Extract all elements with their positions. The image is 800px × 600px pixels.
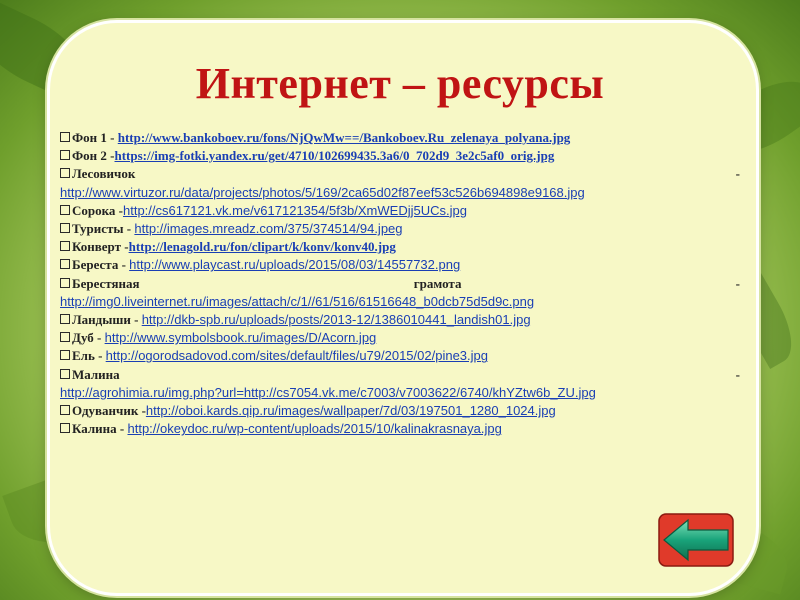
dash-separator: - (735, 275, 740, 291)
resource-link[interactable]: http://www.playcast.ru/uploads/2015/08/0… (129, 257, 460, 272)
checkbox-bullet-icon (60, 332, 70, 343)
resource-label: Берестяная (72, 275, 140, 291)
arrow-left-icon (658, 513, 734, 567)
resource-label-word: грамота (413, 275, 462, 291)
resource-link[interactable]: http://img0.liveinternet.ru/images/attac… (60, 294, 534, 309)
back-button[interactable] (658, 513, 734, 567)
resource-link[interactable]: https://img-fotki.yandex.ru/get/4710/102… (115, 148, 555, 163)
checkbox-bullet-icon (60, 241, 70, 252)
checkbox-bullet-icon (60, 223, 70, 234)
checkbox-bullet-icon (60, 423, 70, 434)
checkbox-bullet-icon (60, 405, 70, 416)
resource-link[interactable]: http://cs617121.vk.me/v617121354/5f3b/Xm… (123, 203, 467, 218)
resource-link[interactable]: http://www.virtuzor.ru/data/projects/pho… (60, 185, 585, 200)
list-item: Сорока -http://cs617121.vk.me/v617121354… (60, 202, 740, 220)
checkbox-bullet-icon (60, 277, 70, 288)
resource-label: Ландыши - (72, 312, 142, 328)
resource-link[interactable]: http://ogorodsadovod.com/sites/default/f… (106, 348, 488, 363)
resource-link[interactable]: http://lenagold.ru/fon/clipart/k/konv/ko… (129, 239, 396, 254)
checkbox-bullet-icon (60, 259, 70, 270)
list-item: Фон 1 - http://www.bankoboev.ru/fons/NjQ… (60, 129, 740, 147)
resource-label: Конверт - (72, 239, 129, 255)
resource-link[interactable]: http://www.bankoboev.ru/fons/NjQwMw==/Ba… (118, 130, 571, 145)
resource-label: Одуванчик - (72, 403, 146, 419)
resource-link[interactable]: http://dkb-spb.ru/uploads/posts/2013-12/… (142, 312, 531, 327)
checkbox-bullet-icon (60, 368, 70, 379)
dash-separator: - (735, 166, 740, 182)
checkbox-bullet-icon (60, 168, 70, 179)
resource-link[interactable]: http://oboi.kards.qip.ru/images/wallpape… (146, 403, 556, 418)
resource-link[interactable]: http://agrohimia.ru/img.php?url=http://c… (60, 385, 596, 400)
resource-label: Фон 1 - (72, 130, 118, 145)
checkbox-bullet-icon (60, 314, 70, 325)
list-item: Фон 2 -https://img-fotki.yandex.ru/get/4… (60, 147, 740, 165)
resource-label: Калина - (72, 421, 128, 437)
list-item: Малина - http://agrohimia.ru/img.php?url… (60, 366, 740, 402)
resource-label: Лесовичок (72, 166, 136, 182)
resource-label: Сорока - (72, 202, 123, 218)
resource-label: Ель - (72, 348, 106, 364)
list-item: Калина - http://okeydoc.ru/wp-content/up… (60, 420, 740, 438)
resource-label: Малина (72, 366, 120, 382)
dash-separator: - (735, 366, 740, 382)
list-item: Береста - http://www.playcast.ru/uploads… (60, 256, 740, 274)
resource-label: Дуб - (72, 330, 105, 346)
checkbox-bullet-icon (60, 350, 70, 361)
list-item: Лесовичок - http://www.virtuzor.ru/data/… (60, 165, 740, 201)
list-item: Дуб - http://www.symbolsbook.ru/images/D… (60, 329, 740, 347)
resource-list: Фон 1 - http://www.bankoboev.ru/fons/NjQ… (60, 129, 740, 438)
checkbox-bullet-icon (60, 204, 70, 215)
resource-label: Береста - (72, 257, 130, 273)
resource-link[interactable]: http://okeydoc.ru/wp-content/uploads/201… (127, 421, 501, 436)
resource-label: Туристы - (72, 221, 135, 237)
list-item: Ландыши - http://dkb-spb.ru/uploads/post… (60, 311, 740, 329)
list-item: Конверт -http://lenagold.ru/fon/clipart/… (60, 238, 740, 256)
resource-link[interactable]: http://www.symbolsbook.ru/images/D/Acorn… (105, 330, 377, 345)
slide-title: Интернет – ресурсы (195, 59, 605, 108)
list-item: Ель - http://ogorodsadovod.com/sites/def… (60, 347, 740, 365)
resource-label: Фон 2 - (72, 148, 115, 164)
checkbox-bullet-icon (60, 132, 70, 142)
resource-link[interactable]: http://images.mreadz.com/375/374514/94.j… (134, 221, 402, 236)
list-item: Туристы - http://images.mreadz.com/375/3… (60, 220, 740, 238)
list-item: Берестяная грамота - http://img0.liveint… (60, 275, 740, 311)
list-item: Одуванчик -http://oboi.kards.qip.ru/imag… (60, 402, 740, 420)
checkbox-bullet-icon (60, 150, 70, 161)
